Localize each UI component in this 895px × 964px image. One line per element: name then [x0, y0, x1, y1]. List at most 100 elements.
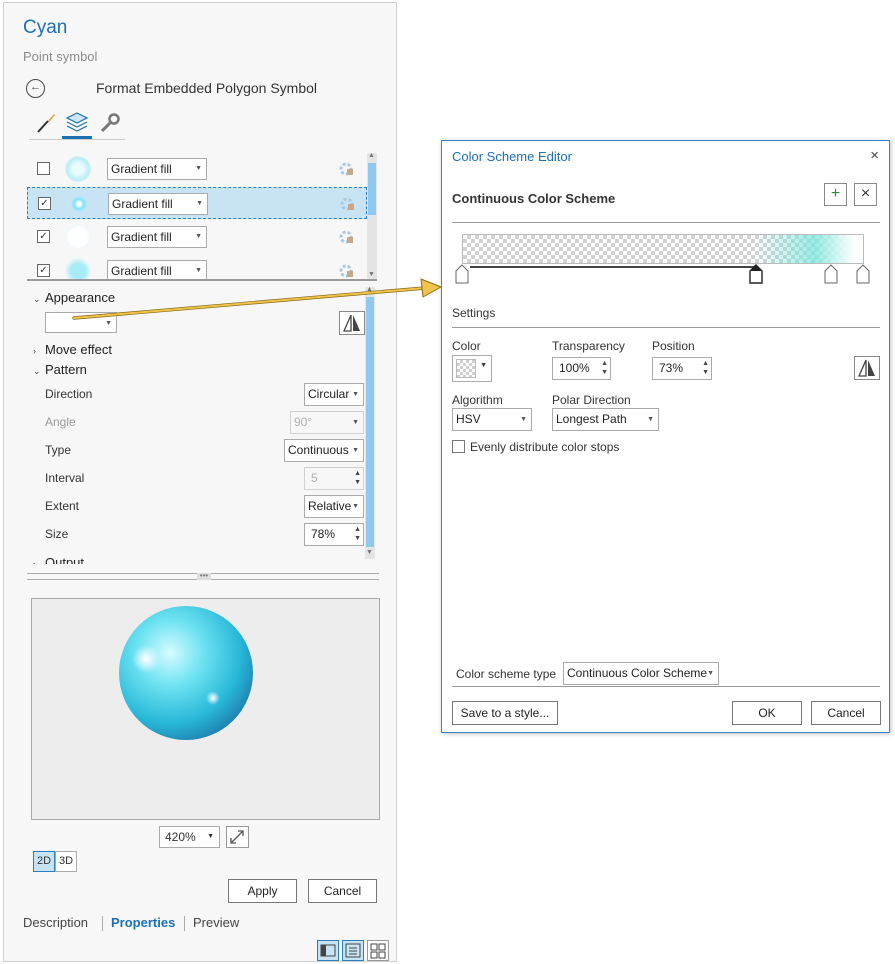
heading-divider: [452, 222, 880, 223]
list-properties-divider: [27, 279, 377, 281]
cancel-button[interactable]: Cancel: [308, 879, 377, 903]
direction-select[interactable]: Circular ▼: [304, 383, 364, 406]
layer-type-select[interactable]: Gradient fill ▼: [107, 226, 207, 248]
settings-divider: [452, 327, 880, 328]
layer-type-select[interactable]: Gradient fill ▼: [107, 260, 207, 281]
type-select[interactable]: Continuous ▼: [284, 439, 364, 462]
layer-type-select[interactable]: Gradient fill ▼: [107, 158, 207, 180]
position-spinner[interactable]: 73% ▲ ▼: [652, 357, 712, 380]
color-stop-handle[interactable]: [856, 264, 870, 284]
pane-subtitle: Point symbol: [23, 49, 98, 64]
color-ramp-preview[interactable]: [462, 234, 864, 264]
symbol-preview: [31, 598, 380, 820]
output-header[interactable]: › Output: [33, 555, 84, 564]
transparency-label: Transparency: [552, 339, 625, 353]
scroll-down-icon[interactable]: ▼: [368, 271, 375, 278]
chevron-down-icon: ⌄: [33, 366, 41, 376]
color-stop-handle[interactable]: [455, 264, 469, 284]
brush-icon[interactable]: [31, 107, 61, 139]
add-stop-icon[interactable]: +: [824, 183, 847, 206]
color-stop-handle[interactable]: [824, 264, 838, 284]
scroll-up-icon[interactable]: ▲: [368, 152, 375, 159]
interval-label: Interval: [45, 471, 85, 485]
sphere-preview-icon: [119, 606, 253, 740]
lock-icon[interactable]: [338, 263, 354, 279]
polar-direction-select[interactable]: Longest Path ▼: [552, 408, 659, 431]
color-scheme-editor-dialog: Color Scheme Editor × Continuous Color S…: [441, 140, 890, 733]
layer-row[interactable]: ✓ Gradient fill ▼: [27, 221, 367, 253]
algorithm-label: Algorithm: [452, 393, 503, 407]
ok-button[interactable]: OK: [732, 701, 802, 725]
angle-select: 90° ▼: [290, 411, 364, 434]
wrench-icon[interactable]: [95, 107, 125, 139]
transparency-spinner[interactable]: 100% ▲ ▼: [552, 357, 611, 380]
zoom-select[interactable]: 420% ▼: [159, 826, 220, 848]
tab-separator: [102, 916, 103, 931]
selected-stop-track: [470, 266, 756, 268]
layer-visibility-checkbox[interactable]: ✓: [37, 264, 50, 277]
scrollbar-thumb[interactable]: [366, 297, 374, 547]
view-2d-button[interactable]: 2D: [33, 851, 55, 872]
scrollbar-thumb[interactable]: [368, 163, 376, 215]
dialog-cancel-button[interactable]: Cancel: [811, 701, 881, 725]
tab-properties[interactable]: Properties: [111, 915, 175, 930]
layer-row[interactable]: Gradient fill ▼: [27, 153, 367, 185]
tab-description[interactable]: Description: [23, 915, 88, 930]
chevron-right-icon: ›: [33, 559, 36, 564]
layer-visibility-checkbox[interactable]: ✓: [37, 230, 50, 243]
tab-separator: [184, 916, 185, 931]
format-title: Format Embedded Polygon Symbol: [96, 80, 317, 96]
layer-row-selected[interactable]: ✓ Gradient fill ▼: [27, 187, 367, 219]
appearance-color-select[interactable]: ▼: [45, 312, 117, 333]
view-3d-button[interactable]: 3D: [55, 851, 77, 872]
tab-preview[interactable]: Preview: [193, 915, 239, 930]
properties-scrollbar[interactable]: ▲ ▼: [365, 286, 375, 559]
pattern-header[interactable]: ⌄ Pattern: [33, 362, 87, 377]
settings-label: Settings: [452, 306, 496, 320]
appearance-header[interactable]: ⌄ Appearance: [33, 290, 115, 305]
layout-view-icon[interactable]: [317, 940, 339, 961]
scheme-type-label: Color scheme type: [456, 667, 557, 681]
lock-icon[interactable]: [338, 161, 354, 177]
evenly-distribute-label: Evenly distribute color stops: [470, 440, 620, 454]
chevron-down-icon: ⌄: [33, 294, 41, 304]
layer-visibility-checkbox[interactable]: ✓: [38, 197, 51, 210]
layer-swatch: [65, 224, 91, 250]
dialog-title: Color Scheme Editor: [452, 149, 572, 164]
mirror-icon[interactable]: [339, 311, 365, 335]
save-to-style-button[interactable]: Save to a style...: [452, 701, 558, 725]
position-label: Position: [652, 339, 695, 353]
layer-row[interactable]: ✓ Gradient fill ▼: [27, 255, 367, 281]
lock-icon[interactable]: [338, 229, 354, 245]
color-picker[interactable]: ▼: [452, 355, 492, 382]
zoom-fit-icon[interactable]: [226, 826, 249, 848]
layer-list-scrollbar[interactable]: ▲ ▼: [367, 152, 377, 281]
transparent-swatch: [456, 359, 476, 378]
layer-type-select[interactable]: Gradient fill ▼: [108, 193, 208, 215]
symbology-pane: Cyan Point symbol ← Format Embedded Poly…: [3, 2, 397, 962]
grid-view-icon[interactable]: [367, 940, 389, 961]
evenly-distribute-checkbox[interactable]: [452, 440, 465, 453]
lock-icon[interactable]: [339, 196, 355, 212]
color-stop-handle-selected[interactable]: [749, 264, 763, 284]
close-icon[interactable]: ×: [870, 147, 879, 164]
color-label: Color: [452, 339, 481, 353]
back-arrow-icon[interactable]: ←: [26, 79, 45, 98]
layers-icon[interactable]: [62, 107, 92, 139]
layer-visibility-checkbox[interactable]: [37, 162, 50, 175]
delete-stop-icon[interactable]: ×: [854, 183, 877, 206]
move-effect-header[interactable]: › Move effect: [33, 342, 112, 357]
apply-button[interactable]: Apply: [228, 879, 297, 903]
size-spinner[interactable]: 78% ▲ ▼: [304, 523, 364, 546]
scroll-up-icon[interactable]: ▲: [366, 286, 373, 293]
algorithm-select[interactable]: HSV ▼: [452, 408, 532, 431]
size-label: Size: [45, 527, 69, 541]
angle-label: Angle: [45, 415, 76, 429]
scheme-type-select[interactable]: Continuous Color Scheme ▼: [563, 662, 719, 685]
extent-select[interactable]: Relative ▼: [304, 495, 364, 518]
scroll-down-icon[interactable]: ▼: [366, 549, 373, 556]
layer-swatch: [65, 258, 91, 281]
pane-splitter[interactable]: •••: [27, 571, 379, 583]
flip-ramp-icon[interactable]: [854, 356, 880, 380]
list-view-icon[interactable]: [342, 940, 364, 961]
